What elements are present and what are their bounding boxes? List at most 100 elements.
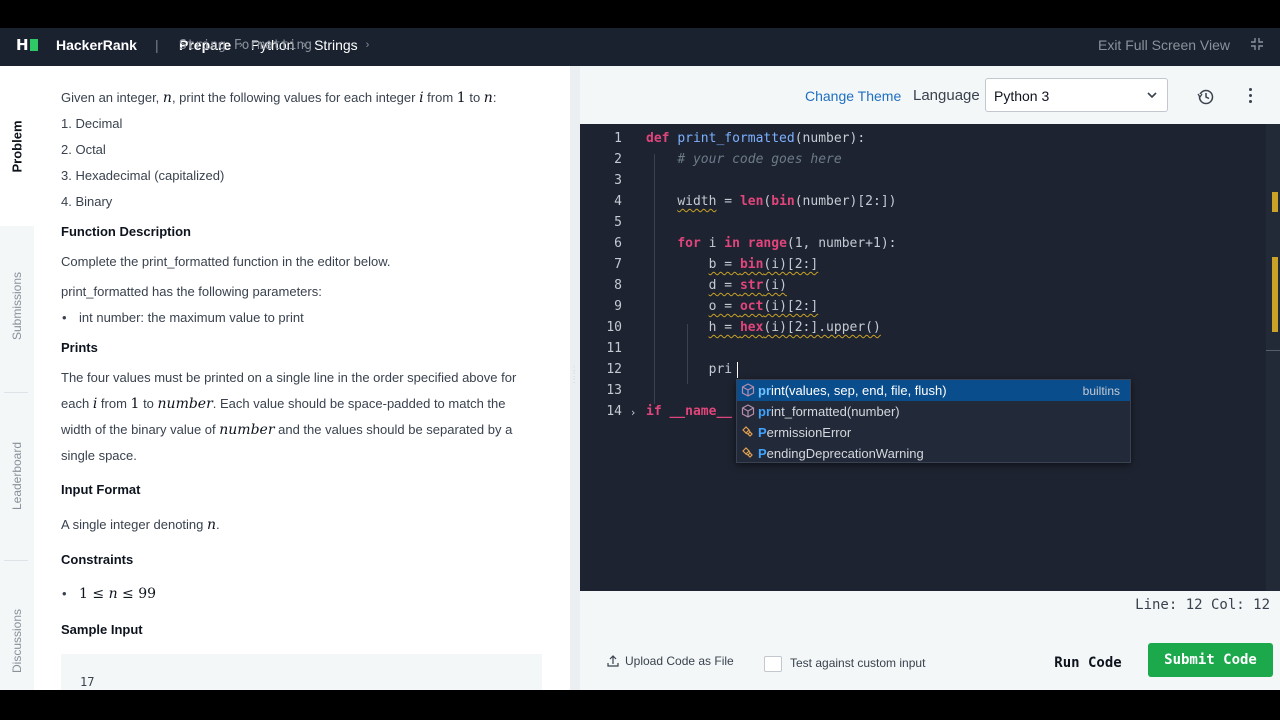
math-one: 1 — [79, 586, 88, 602]
screen: H HackerRank | Prepare › Python › String… — [0, 0, 1280, 720]
suggestion-label: int_formatted(number) — [771, 404, 900, 419]
list-item: 4. Binary — [61, 194, 113, 209]
upload-label: Upload Code as File — [625, 654, 734, 668]
constraint-item: • 1 ≤ n ≤ 99 — [62, 586, 156, 602]
function-description-text: Complete the print_formatted function in… — [61, 254, 391, 269]
bullet-icon: • — [62, 586, 67, 601]
change-theme-link[interactable]: Change Theme — [805, 88, 901, 104]
exit-fullscreen-icon[interactable] — [1250, 37, 1264, 51]
custom-input-label[interactable]: Test against custom input — [790, 656, 925, 670]
prints-text: to — [139, 396, 158, 411]
side-tabs: Problem Submissions Leaderboard Discussi… — [0, 66, 34, 690]
code-line: h = hex(i)[2:].upper() — [708, 320, 881, 335]
cursor-ruler — [1266, 350, 1280, 351]
code-line: for i in range(1, number+1): — [677, 236, 897, 251]
math-n: n — [483, 90, 493, 106]
bullet-icon: • — [62, 310, 67, 325]
language-label: Language — [913, 87, 980, 104]
code-line: b = bin(i)[2:] — [708, 257, 819, 272]
math-number: number — [219, 422, 275, 438]
chevron-right-icon: › — [365, 39, 370, 51]
submit-code-button[interactable]: Submit Code — [1148, 643, 1273, 677]
class-icon — [742, 447, 753, 458]
upload-icon — [607, 655, 619, 667]
math-le: ≤ — [117, 586, 139, 602]
text-cursor — [737, 362, 738, 378]
input-format-text: A single integer denoting n. — [61, 517, 220, 533]
prints-text: and the values should be separated by a — [274, 422, 513, 437]
math-n: n — [207, 517, 217, 533]
history-icon[interactable] — [1197, 88, 1215, 106]
suggestion-item[interactable]: print_formatted(number) — [737, 401, 1130, 422]
intro-text: Given an integer, — [61, 90, 163, 105]
problem-panel: Problem Submissions Leaderboard Discussi… — [0, 66, 570, 690]
editor-toolbar: Change Theme Language Python 3 — [580, 66, 1280, 124]
line-number: 10 — [606, 320, 622, 335]
tab-discussions[interactable]: Discussions — [0, 566, 34, 690]
line-number: 14 — [606, 404, 622, 419]
line-number: 1 — [614, 131, 622, 146]
line-number-gutter: 1 2 3 4 5 6 7 8 9 10 11 12 13 14 — [580, 124, 630, 591]
sample-input-value: 17 — [80, 675, 95, 689]
method-cube-icon — [741, 404, 755, 418]
suggestion-label: endingDeprecationWarning — [766, 446, 924, 461]
parameters-intro: print_formatted has the following parame… — [61, 284, 322, 299]
tab-problem[interactable]: Problem — [0, 66, 34, 226]
code-line: o = oct(i)[2:] — [708, 299, 819, 314]
code-line: pri — [646, 362, 732, 377]
suggestion-item[interactable]: print(values, sep, end, file, flush) bui… — [737, 380, 1130, 401]
breadcrumb-strings[interactable]: Strings — [314, 37, 358, 53]
exit-fullscreen-link[interactable]: Exit Full Screen View — [1098, 37, 1230, 53]
code-line: if __name__ — [646, 404, 732, 419]
code-line: width = len(bin(number)[2:]) — [677, 194, 897, 209]
prints-text: . Each value should be space-padded to m… — [212, 396, 506, 411]
upload-code-button[interactable]: Upload Code as File — [607, 654, 734, 668]
prints-line: single space. — [61, 448, 137, 463]
input-text: . — [216, 517, 220, 532]
parameter-text: int number: the maximum value to print — [79, 310, 304, 325]
prints-line: The four values must be printed on a sin… — [61, 370, 517, 385]
list-item: 3. Hexadecimal (capitalized) — [61, 168, 225, 183]
line-number: 4 — [614, 194, 622, 209]
fold-chevron-icon[interactable]: › — [631, 406, 635, 419]
tab-submissions[interactable]: Submissions — [0, 226, 34, 386]
drag-handle-icon[interactable]: ::: — [573, 365, 575, 385]
suggestion-match: pr — [758, 404, 771, 419]
class-icon — [742, 426, 753, 437]
editor-panel: Change Theme Language Python 3 1 2 3 4 5… — [580, 66, 1280, 690]
suggestion-item[interactable]: PermissionError — [737, 422, 1130, 443]
breadcrumb-current: String Formatting — [179, 37, 313, 53]
custom-input-checkbox[interactable] — [764, 656, 782, 672]
line-number: 12 — [606, 362, 622, 377]
sample-input-heading: Sample Input — [61, 622, 143, 637]
suggestion-match: P — [758, 425, 767, 440]
line-number: 5 — [614, 215, 622, 230]
brand-name[interactable]: HackerRank — [56, 37, 137, 53]
suggestion-item[interactable]: PendingDeprecationWarning — [737, 443, 1130, 464]
tab-discussions-label: Discussions — [10, 608, 24, 674]
sample-input-block: 17 — [61, 654, 542, 690]
language-value: Python 3 — [994, 88, 1050, 104]
math-one: 1 — [456, 90, 466, 106]
chevron-down-icon — [1147, 92, 1157, 99]
prints-line: each i from 1 to number. Each value shou… — [61, 396, 505, 412]
code-line-14: if __name__ — [646, 404, 733, 419]
hackerrank-logo-icon[interactable]: H — [16, 38, 38, 53]
more-options-icon[interactable] — [1247, 88, 1253, 106]
autocomplete-popup: print(values, sep, end, file, flush) bui… — [736, 379, 1131, 463]
line-number: 3 — [614, 173, 622, 188]
tab-leaderboard[interactable]: Leaderboard — [0, 396, 34, 556]
breadcrumb: Prepare › Python › Strings › String Form… — [179, 37, 369, 53]
suggestion-match: P — [758, 446, 767, 461]
language-select[interactable]: Python 3 — [985, 78, 1168, 112]
scroll-marker — [1272, 257, 1278, 332]
nav-separator: | — [155, 37, 159, 53]
editor-status-bar: Line: 12 Col: 12 — [580, 591, 1280, 621]
prints-heading: Prints — [61, 340, 98, 355]
parameter-item: • int number: the maximum value to print — [62, 310, 304, 325]
tab-divider — [4, 560, 28, 561]
run-code-button[interactable]: Run Code — [1042, 647, 1134, 679]
code-editor[interactable]: 1 2 3 4 5 6 7 8 9 10 11 12 13 14 › def p… — [580, 124, 1280, 591]
tab-divider — [4, 392, 28, 393]
prints-line: width of the binary value of number and … — [61, 422, 512, 438]
